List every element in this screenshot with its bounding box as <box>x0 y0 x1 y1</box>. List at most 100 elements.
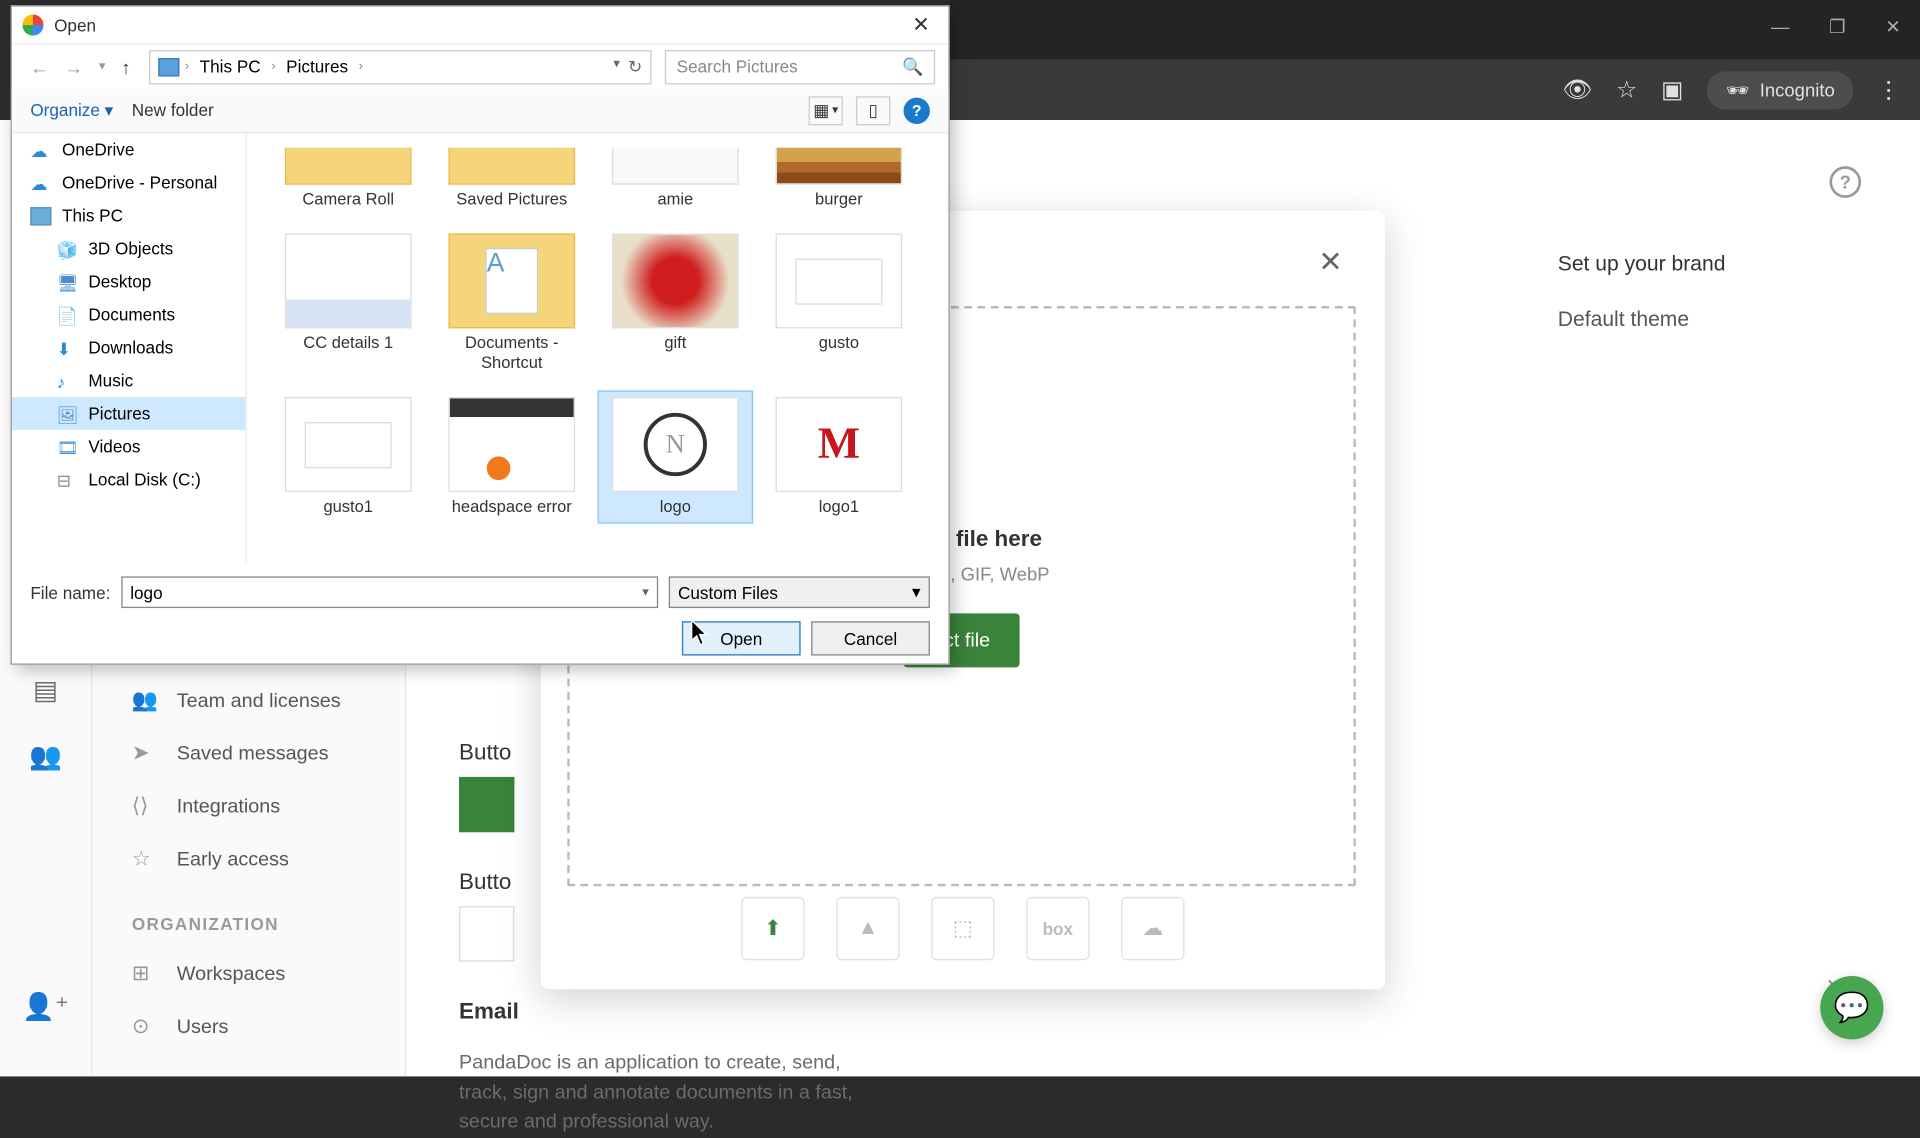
google-drive-icon[interactable]: ▲ <box>836 897 899 960</box>
bookmark-star-icon[interactable]: ☆ <box>1616 76 1637 104</box>
side-panel-icon[interactable]: ▣ <box>1661 76 1683 104</box>
tree-item-pictures[interactable]: 🖼Pictures <box>12 397 245 430</box>
help-button[interactable]: ? <box>1829 166 1861 198</box>
new-folder-button[interactable]: New folder <box>132 100 214 120</box>
preview-pane-button[interactable]: ▯ <box>856 96 890 125</box>
file-label: burger <box>815 190 863 210</box>
box-icon[interactable]: box <box>1026 897 1089 960</box>
file-thumbnail: A <box>448 233 575 328</box>
sidebar-item-team[interactable]: 👥 Team and licenses <box>92 674 405 727</box>
nav-recent-icon[interactable]: ▾ <box>94 54 111 79</box>
send-icon: ➤ <box>132 740 156 766</box>
file-thumbnail <box>448 148 575 185</box>
chat-fab[interactable]: 💬 <box>1820 976 1883 1039</box>
users-icon: ⊙ <box>132 1013 156 1039</box>
file-item-documents-shortcut[interactable]: A Documents - Shortcut <box>434 227 590 380</box>
right-panel-brand[interactable]: Set up your brand <box>1558 237 1920 292</box>
tree-item-music[interactable]: ♪Music <box>12 364 245 397</box>
breadcrumb-this-pc[interactable]: This PC <box>194 54 266 79</box>
file-item-logo[interactable]: Nlogo <box>598 390 754 523</box>
breadcrumb-pictures[interactable]: Pictures <box>281 54 354 79</box>
dialog-help-icon[interactable]: ? <box>904 97 930 123</box>
browser-menu-icon[interactable]: ⋮ <box>1877 76 1901 104</box>
tree-item-downloads[interactable]: ⬇Downloads <box>12 331 245 364</box>
filetype-dropdown-icon[interactable]: ▾ <box>912 582 921 603</box>
window-maximize[interactable]: ❐ <box>1829 16 1846 38</box>
rail-icon-people[interactable]: 👥 <box>29 740 62 773</box>
filetype-select[interactable]: Custom Files ▾ <box>669 576 930 608</box>
chevron-right-icon[interactable]: › <box>271 59 275 74</box>
close-icon[interactable]: ✕ <box>1318 245 1342 279</box>
open-button[interactable]: Open <box>682 621 801 655</box>
file-item-gusto[interactable]: gusto <box>761 227 917 380</box>
tree-item-desktop[interactable]: 🖥Desktop <box>12 265 245 298</box>
button-color-swatch[interactable] <box>459 777 514 832</box>
view-mode-button[interactable]: ▦ ▾ <box>809 96 843 125</box>
tree-item-onedrive[interactable]: ☁ OneDrive <box>12 133 245 166</box>
tree-item-label: OneDrive <box>62 140 134 160</box>
tree-item-3d-objects[interactable]: 🧊3D Objects <box>12 232 245 265</box>
file-thumbnail <box>612 148 739 185</box>
file-item-headspace-error[interactable]: headspace error <box>434 390 590 523</box>
chevron-right-icon[interactable]: › <box>359 59 363 74</box>
tree-item-label: Documents <box>88 305 175 325</box>
organize-button[interactable]: Organize ▾ <box>30 100 113 121</box>
file-label: CC details 1 <box>303 334 393 354</box>
filename-input[interactable]: logo ▾ <box>121 576 658 608</box>
nav-back-icon[interactable]: ← <box>25 51 54 83</box>
address-dropdown-icon[interactable]: ▾ <box>613 56 620 77</box>
dialog-close-icon[interactable]: ✕ <box>904 12 938 38</box>
refresh-icon[interactable]: ↻ <box>628 56 642 77</box>
cancel-button[interactable]: Cancel <box>811 621 930 655</box>
incognito-badge[interactable]: 🕶 Incognito <box>1707 71 1853 109</box>
file-label: Saved Pictures <box>456 190 567 210</box>
folder-tree[interactable]: ☁ OneDrive ☁OneDrive - PersonalThis PC🧊3D … <box>12 133 247 563</box>
window-minimize[interactable]: — <box>1771 16 1789 38</box>
nav-forward-icon[interactable]: → <box>59 51 88 83</box>
address-bar[interactable]: › This PC › Pictures › ▾ ↻ <box>149 49 651 83</box>
file-label: gusto1 <box>323 497 373 517</box>
file-item-saved-pictures[interactable]: Saved Pictures <box>434 141 590 216</box>
dropbox-icon[interactable]: ⬚ <box>931 897 994 960</box>
team-icon: 👥 <box>132 687 156 713</box>
tree-item-local-disk-c-[interactable]: ⊟Local Disk (C:) <box>12 463 245 496</box>
sidebar-item-integrations[interactable]: ⟨⟩ Integrations <box>92 780 405 833</box>
nav-up-icon[interactable]: ↑ <box>116 51 136 83</box>
org-header: ORGANIZATION <box>92 885 405 947</box>
tree-item-documents[interactable]: 📄Documents <box>12 298 245 331</box>
tree-item-this-pc[interactable]: This PC <box>12 199 245 232</box>
upload-local-icon[interactable]: ⬆ <box>741 897 804 960</box>
button-text-swatch[interactable] <box>459 906 514 961</box>
tree-item-onedrive-personal[interactable]: ☁OneDrive - Personal <box>12 166 245 199</box>
tracking-blocked-icon[interactable]: 👁 <box>1562 76 1592 104</box>
rail-icon-add-user[interactable]: 👤⁺ <box>22 991 69 1024</box>
file-item-gusto1[interactable]: gusto1 <box>270 390 426 523</box>
rail-icon-layout[interactable]: ▤ <box>33 674 58 707</box>
file-item-burger[interactable]: burger <box>761 141 917 216</box>
search-input[interactable]: Search Pictures 🔍 <box>665 49 935 83</box>
file-item-gift[interactable]: gift <box>598 227 754 380</box>
incognito-icon: 🕶 <box>1726 78 1749 100</box>
right-panel-theme[interactable]: Default theme <box>1558 293 1920 348</box>
sidebar-item-early-access[interactable]: ☆ Early access <box>92 832 405 885</box>
file-label: Documents - Shortcut <box>441 334 583 374</box>
file-label: gift <box>664 334 686 354</box>
sidebar-item-users[interactable]: ⊙ Users <box>92 1000 405 1053</box>
file-item-amie[interactable]: amie <box>598 141 754 216</box>
sidebar-item-label: Workspaces <box>177 962 286 984</box>
filename-dropdown-icon[interactable]: ▾ <box>642 585 649 600</box>
sidebar-item-label: Users <box>177 1015 229 1037</box>
tree-item-videos[interactable]: 🎞Videos <box>12 430 245 463</box>
file-thumbnail <box>776 233 903 328</box>
sidebar-item-workspaces[interactable]: ⊞ Workspaces <box>92 947 405 1000</box>
window-close[interactable]: ✕ <box>1885 16 1900 38</box>
cloud-icon: ☁ <box>30 140 51 158</box>
file-list[interactable]: Camera Roll Saved Pictures amie burger CC de… <box>247 133 949 563</box>
file-item-logo1[interactable]: Mlogo1 <box>761 390 917 523</box>
file-item-cc-details-1[interactable]: CC details 1 <box>270 227 426 380</box>
tree-item-label: Local Disk (C:) <box>88 470 200 490</box>
file-item-camera-roll[interactable]: Camera Roll <box>270 141 426 216</box>
onedrive-icon[interactable]: ☁ <box>1121 897 1184 960</box>
chevron-right-icon[interactable]: › <box>185 59 189 74</box>
sidebar-item-saved-messages[interactable]: ➤ Saved messages <box>92 727 405 780</box>
